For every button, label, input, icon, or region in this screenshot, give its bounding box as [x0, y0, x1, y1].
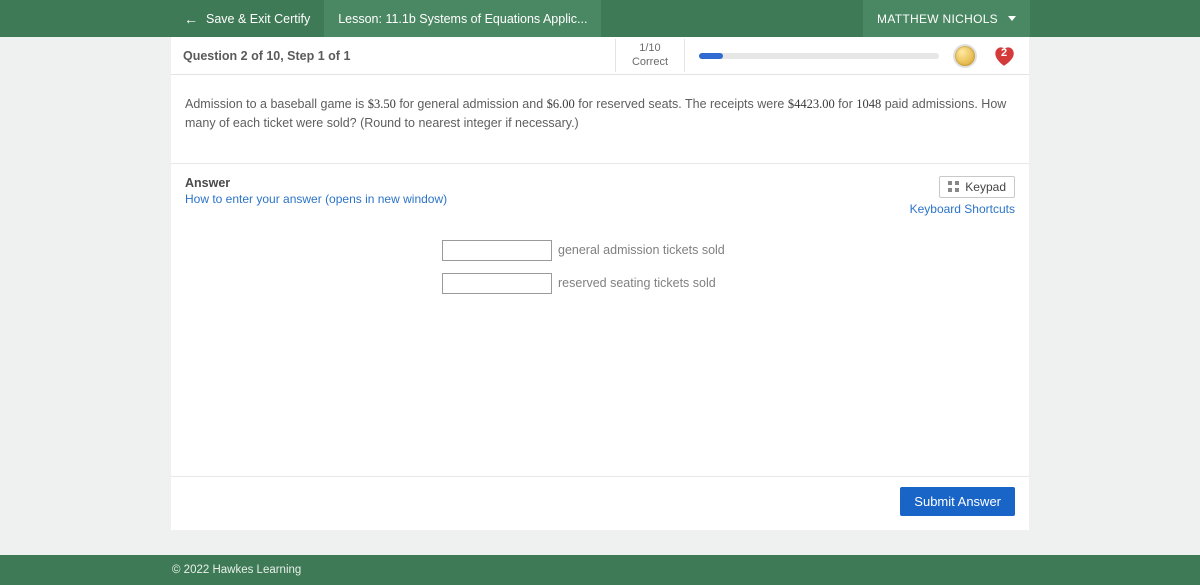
footer: © 2022 Hawkes Learning [0, 555, 1200, 585]
top-navbar: ← Save & Exit Certify Lesson: 11.1b Syst… [0, 0, 1200, 37]
copyright: © 2022 Hawkes Learning [172, 564, 301, 576]
question-panel: Question 2 of 10, Step 1 of 1 1/10 Corre… [171, 37, 1029, 530]
submit-bar: Submit Answer [171, 476, 1029, 530]
answer-label: Answer [185, 176, 447, 190]
general-admission-input[interactable] [442, 240, 552, 261]
keypad-icon [948, 181, 959, 192]
correct-label: Correct [632, 56, 668, 69]
progress-fill [699, 53, 723, 59]
user-menu[interactable]: MATTHEW NICHOLS [863, 0, 1030, 37]
lesson-title: Lesson: 11.1b Systems of Equations Appli… [324, 0, 601, 37]
correct-fraction: 1/10 [632, 42, 668, 55]
answer-help-link[interactable]: How to enter your answer (opens in new w… [185, 192, 447, 206]
user-name: MATTHEW NICHOLS [877, 12, 998, 26]
question-text: Admission to a baseball game is $3.50 fo… [171, 75, 1029, 164]
correct-counter: 1/10 Correct [615, 39, 685, 71]
submit-answer-button[interactable]: Submit Answer [900, 487, 1015, 516]
answer-header: Answer How to enter your answer (opens i… [171, 164, 1029, 220]
question-header: Question 2 of 10, Step 1 of 1 1/10 Corre… [171, 37, 1029, 75]
coin-icon [953, 44, 977, 68]
save-exit-button[interactable]: ← Save & Exit Certify [170, 0, 324, 37]
back-arrow-icon: ← [184, 11, 198, 27]
general-admission-suffix: general admission tickets sold [558, 243, 758, 257]
answer-inputs: general admission tickets sold reserved … [171, 220, 1029, 476]
reserved-seating-suffix: reserved seating tickets sold [558, 276, 758, 290]
input-row-general: general admission tickets sold [185, 240, 1015, 261]
lives-count: 2 [1001, 47, 1007, 59]
keyboard-shortcuts-link[interactable]: Keyboard Shortcuts [910, 202, 1015, 216]
reserved-seating-input[interactable] [442, 273, 552, 294]
progress-area: 1/10 Correct 2 [615, 39, 1017, 71]
caret-down-icon [1008, 16, 1016, 21]
input-row-reserved: reserved seating tickets sold [185, 273, 1015, 294]
keypad-button[interactable]: Keypad [939, 176, 1015, 198]
save-exit-label: Save & Exit Certify [206, 12, 310, 26]
lives-indicator: 2 [991, 43, 1017, 69]
progress-bar [699, 53, 939, 59]
question-title: Question 2 of 10, Step 1 of 1 [183, 49, 350, 63]
